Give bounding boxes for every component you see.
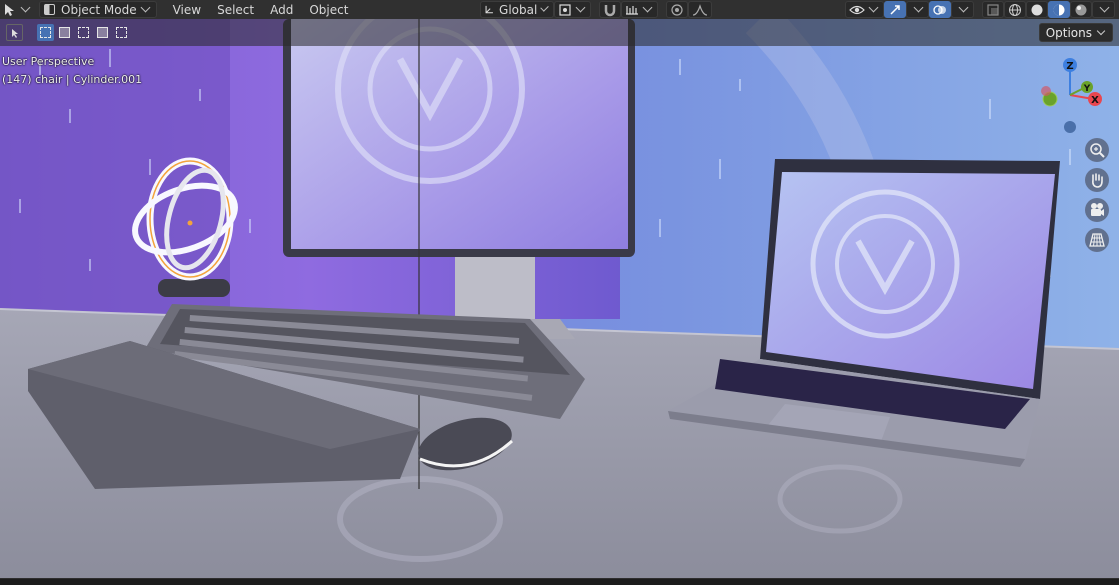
shading-rendered[interactable]: [1070, 1, 1092, 18]
perspective-toggle-button[interactable]: [1085, 228, 1109, 252]
overlays-toggle[interactable]: [929, 1, 951, 18]
viewport-header: Object Mode View Select Add Object Globa…: [0, 0, 1119, 19]
proportional-falloff-select[interactable]: [688, 1, 713, 18]
extend-icon: [59, 27, 70, 38]
gizmo-icon: [890, 4, 900, 15]
select-box-extend-button[interactable]: [56, 24, 73, 41]
tool-settings-bar: Options: [0, 19, 1119, 46]
visibility-select[interactable]: [845, 1, 884, 18]
magnet-icon: [605, 4, 616, 16]
material-icon: [1053, 4, 1065, 15]
mode-select[interactable]: Object Mode: [39, 1, 157, 18]
box-select-icon: [40, 27, 51, 38]
camera-icon: [1091, 203, 1104, 216]
snap-target-select[interactable]: [621, 1, 659, 18]
select-cursor-icon: [11, 28, 18, 38]
gizmo-toggle[interactable]: [884, 1, 906, 18]
zoom-button[interactable]: [1085, 138, 1109, 162]
gizmo-z-label: Z: [1066, 61, 1073, 72]
navigation-gizmo[interactable]: Z Y X: [1030, 55, 1110, 135]
select-box-subtract-button[interactable]: [75, 24, 92, 41]
cursor-icon: [5, 3, 14, 16]
solid-icon: [1031, 4, 1043, 15]
invert-icon: [97, 27, 108, 38]
shading-solid[interactable]: [1026, 1, 1048, 18]
hand-icon: [1092, 173, 1103, 188]
select-box-invert-button[interactable]: [94, 24, 111, 41]
shading-material[interactable]: [1048, 1, 1070, 18]
subtract-icon: [78, 27, 89, 38]
object-mode-icon: [44, 4, 55, 15]
gizmo-options-select[interactable]: [906, 1, 929, 18]
overlay-icon: [933, 4, 946, 15]
options-button[interactable]: Options: [1038, 23, 1113, 42]
eye-icon: [849, 5, 865, 14]
rendered-icon: [1075, 4, 1087, 15]
proportional-icon: [671, 3, 684, 16]
status-bar: [0, 578, 1119, 585]
snap-increment-icon: [626, 5, 639, 15]
gizmo-x-label: X: [1091, 95, 1099, 106]
orientation-label: Global: [499, 2, 538, 17]
options-label: Options: [1045, 25, 1092, 40]
intersect-icon: [116, 27, 127, 38]
shading-wireframe[interactable]: [1004, 1, 1026, 18]
editor-type-button[interactable]: [0, 1, 35, 18]
overlays-options-select[interactable]: [951, 1, 974, 18]
menu-object[interactable]: Object: [301, 1, 356, 18]
3d-viewport[interactable]: Options User Perspective (147) chair | C…: [0, 19, 1119, 578]
select-tool-button[interactable]: [6, 24, 23, 41]
gizmo-y-label: Y: [1083, 84, 1091, 94]
select-box-new-button[interactable]: [37, 24, 54, 41]
active-object-label: (147) chair | Cylinder.001: [2, 73, 143, 86]
xray-toggle[interactable]: [982, 1, 1004, 18]
pan-button[interactable]: [1085, 168, 1109, 192]
pivot-point-select[interactable]: [554, 1, 592, 18]
menu-add[interactable]: Add: [262, 1, 301, 18]
proportional-editing-toggle[interactable]: [666, 1, 689, 18]
falloff-icon: [693, 3, 708, 16]
gizmo-neg-x-axis[interactable]: [1041, 86, 1051, 96]
transform-orientation-select[interactable]: Global: [480, 1, 555, 18]
scene-render: [0, 19, 1119, 578]
select-box-intersect-button[interactable]: [113, 24, 130, 41]
perspective-label: User Perspective: [2, 55, 95, 68]
snap-toggle[interactable]: [599, 1, 622, 18]
mode-label: Object Mode: [61, 2, 137, 17]
zoom-icon: [1090, 143, 1105, 158]
orientation-icon: [485, 5, 494, 13]
menu-select[interactable]: Select: [209, 1, 262, 18]
wireframe-icon: [1009, 3, 1021, 16]
pivot-icon: [559, 3, 572, 16]
camera-view-button[interactable]: [1085, 198, 1109, 222]
menu-view[interactable]: View: [165, 1, 209, 18]
xray-icon: [987, 3, 999, 16]
grid-icon: [1089, 233, 1105, 247]
shading-options-select[interactable]: [1092, 1, 1115, 18]
gizmo-neg-z-axis[interactable]: [1064, 121, 1076, 133]
